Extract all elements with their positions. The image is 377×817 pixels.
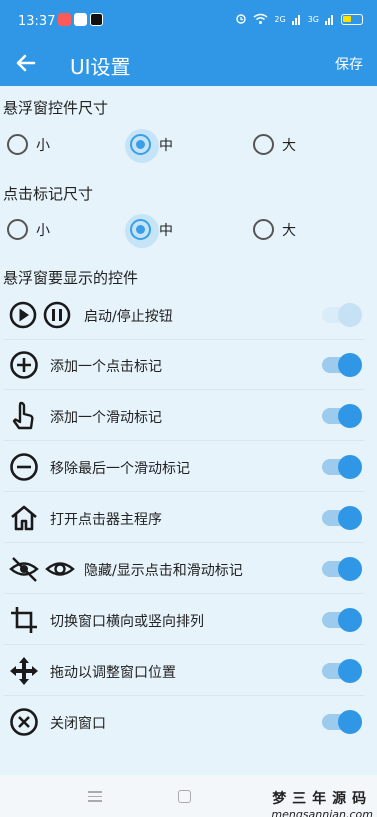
controls-title: 悬浮窗要显示的控件	[3, 269, 139, 287]
item-label: 切换窗口横向或竖向排列	[50, 614, 204, 630]
marker-size-medium[interactable]: 中	[125, 214, 173, 248]
option-label: 中	[159, 222, 173, 239]
move-arrows-icon	[10, 657, 38, 685]
play-pause-icon	[9, 301, 71, 329]
toggle-switch[interactable]	[322, 455, 362, 479]
item-label: 启动/停止按钮	[84, 309, 173, 325]
radio-button-icon	[253, 134, 274, 155]
floating-size-title: 悬浮窗控件尺寸	[3, 99, 109, 117]
battery-icon	[341, 13, 363, 25]
item-label: 关闭窗口	[50, 716, 106, 732]
list-item-close: 关闭窗口	[4, 697, 364, 747]
app-bar: UI设置 保存	[0, 40, 377, 86]
floating-size-medium[interactable]: 中	[125, 129, 173, 163]
radio-checked-icon	[125, 214, 159, 248]
tiktok-notification-icon	[90, 13, 103, 26]
marker-size-title: 点击标记尺寸	[3, 185, 94, 203]
toggle-switch[interactable]	[322, 608, 362, 632]
radio-checked-icon	[125, 129, 159, 163]
item-label: 打开点击器主程序	[50, 512, 162, 528]
remove-circle-icon	[10, 453, 38, 481]
watermark-cn: 梦三年源码	[272, 791, 373, 807]
watermark: 梦三年源码 mengsannian.com	[271, 788, 373, 817]
save-button[interactable]: 保存	[335, 54, 363, 74]
alarm-icon	[236, 14, 247, 24]
status-time: 13:37	[18, 14, 56, 29]
signal-icon	[291, 15, 300, 25]
toggle-switch[interactable]	[322, 710, 362, 734]
add-circle-icon	[10, 351, 38, 379]
toggle-switch[interactable]	[322, 404, 362, 428]
visibility-icon	[9, 557, 75, 582]
toggle-switch[interactable]	[322, 557, 362, 581]
radio-button-icon	[7, 219, 28, 240]
gallery-notification-icon	[74, 13, 87, 26]
item-label: 隐藏/显示点击和滑动标记	[84, 563, 243, 579]
toggle-switch[interactable]	[322, 659, 362, 683]
radio-button-icon	[7, 134, 28, 155]
list-item-drag: 拖动以调整窗口位置	[4, 646, 364, 696]
option-label: 中	[159, 137, 173, 154]
back-arrow-icon[interactable]	[12, 49, 40, 77]
status-bar: 13:37 2G 3G	[0, 0, 377, 40]
option-label: 大	[282, 137, 296, 154]
radio-button-icon	[253, 219, 274, 240]
marker-size-large[interactable]: 大	[253, 219, 296, 240]
list-item-add-click: 添加一个点击标记	[4, 340, 364, 390]
list-item-toggle-markers: 隐藏/显示点击和滑动标记	[4, 544, 364, 594]
signal-icon-2	[325, 15, 333, 25]
swipe-hand-icon	[12, 401, 34, 430]
signal-3g-label: 3G	[307, 14, 319, 24]
toggle-switch[interactable]	[322, 353, 362, 377]
list-item-add-swipe: 添加一个滑动标记	[4, 391, 364, 441]
floating-size-large[interactable]: 大	[253, 134, 296, 155]
signal-2g-label: 2G	[274, 14, 286, 24]
list-item-orientation: 切换窗口横向或竖向排列	[4, 595, 364, 645]
home-icon	[11, 505, 37, 531]
item-label: 添加一个点击标记	[50, 359, 162, 375]
toggle-switch[interactable]	[322, 303, 362, 327]
system-status-icons: 2G 3G	[235, 13, 363, 25]
toggle-switch[interactable]	[322, 506, 362, 530]
list-item-open-main: 打开点击器主程序	[4, 493, 364, 543]
notification-icons	[58, 13, 103, 26]
floating-size-small[interactable]: 小	[7, 134, 50, 155]
wifi-icon	[253, 13, 268, 24]
marker-size-small[interactable]: 小	[7, 219, 50, 240]
list-item-start-stop: 启动/停止按钮	[4, 290, 364, 340]
crop-rotate-icon	[11, 607, 37, 633]
app-notification-icon	[58, 13, 71, 26]
recent-apps-icon[interactable]	[88, 791, 102, 805]
item-label: 添加一个滑动标记	[50, 410, 162, 426]
list-item-remove-swipe: 移除最后一个滑动标记	[4, 442, 364, 492]
option-label: 小	[36, 137, 50, 154]
option-label: 小	[36, 222, 50, 239]
item-label: 移除最后一个滑动标记	[50, 461, 190, 477]
home-button-icon[interactable]	[178, 790, 191, 803]
option-label: 大	[282, 222, 296, 239]
close-circle-icon	[10, 708, 38, 736]
item-label: 拖动以调整窗口位置	[50, 665, 176, 681]
watermark-en: mengsannian.com	[271, 808, 373, 817]
page-title: UI设置	[70, 55, 131, 79]
